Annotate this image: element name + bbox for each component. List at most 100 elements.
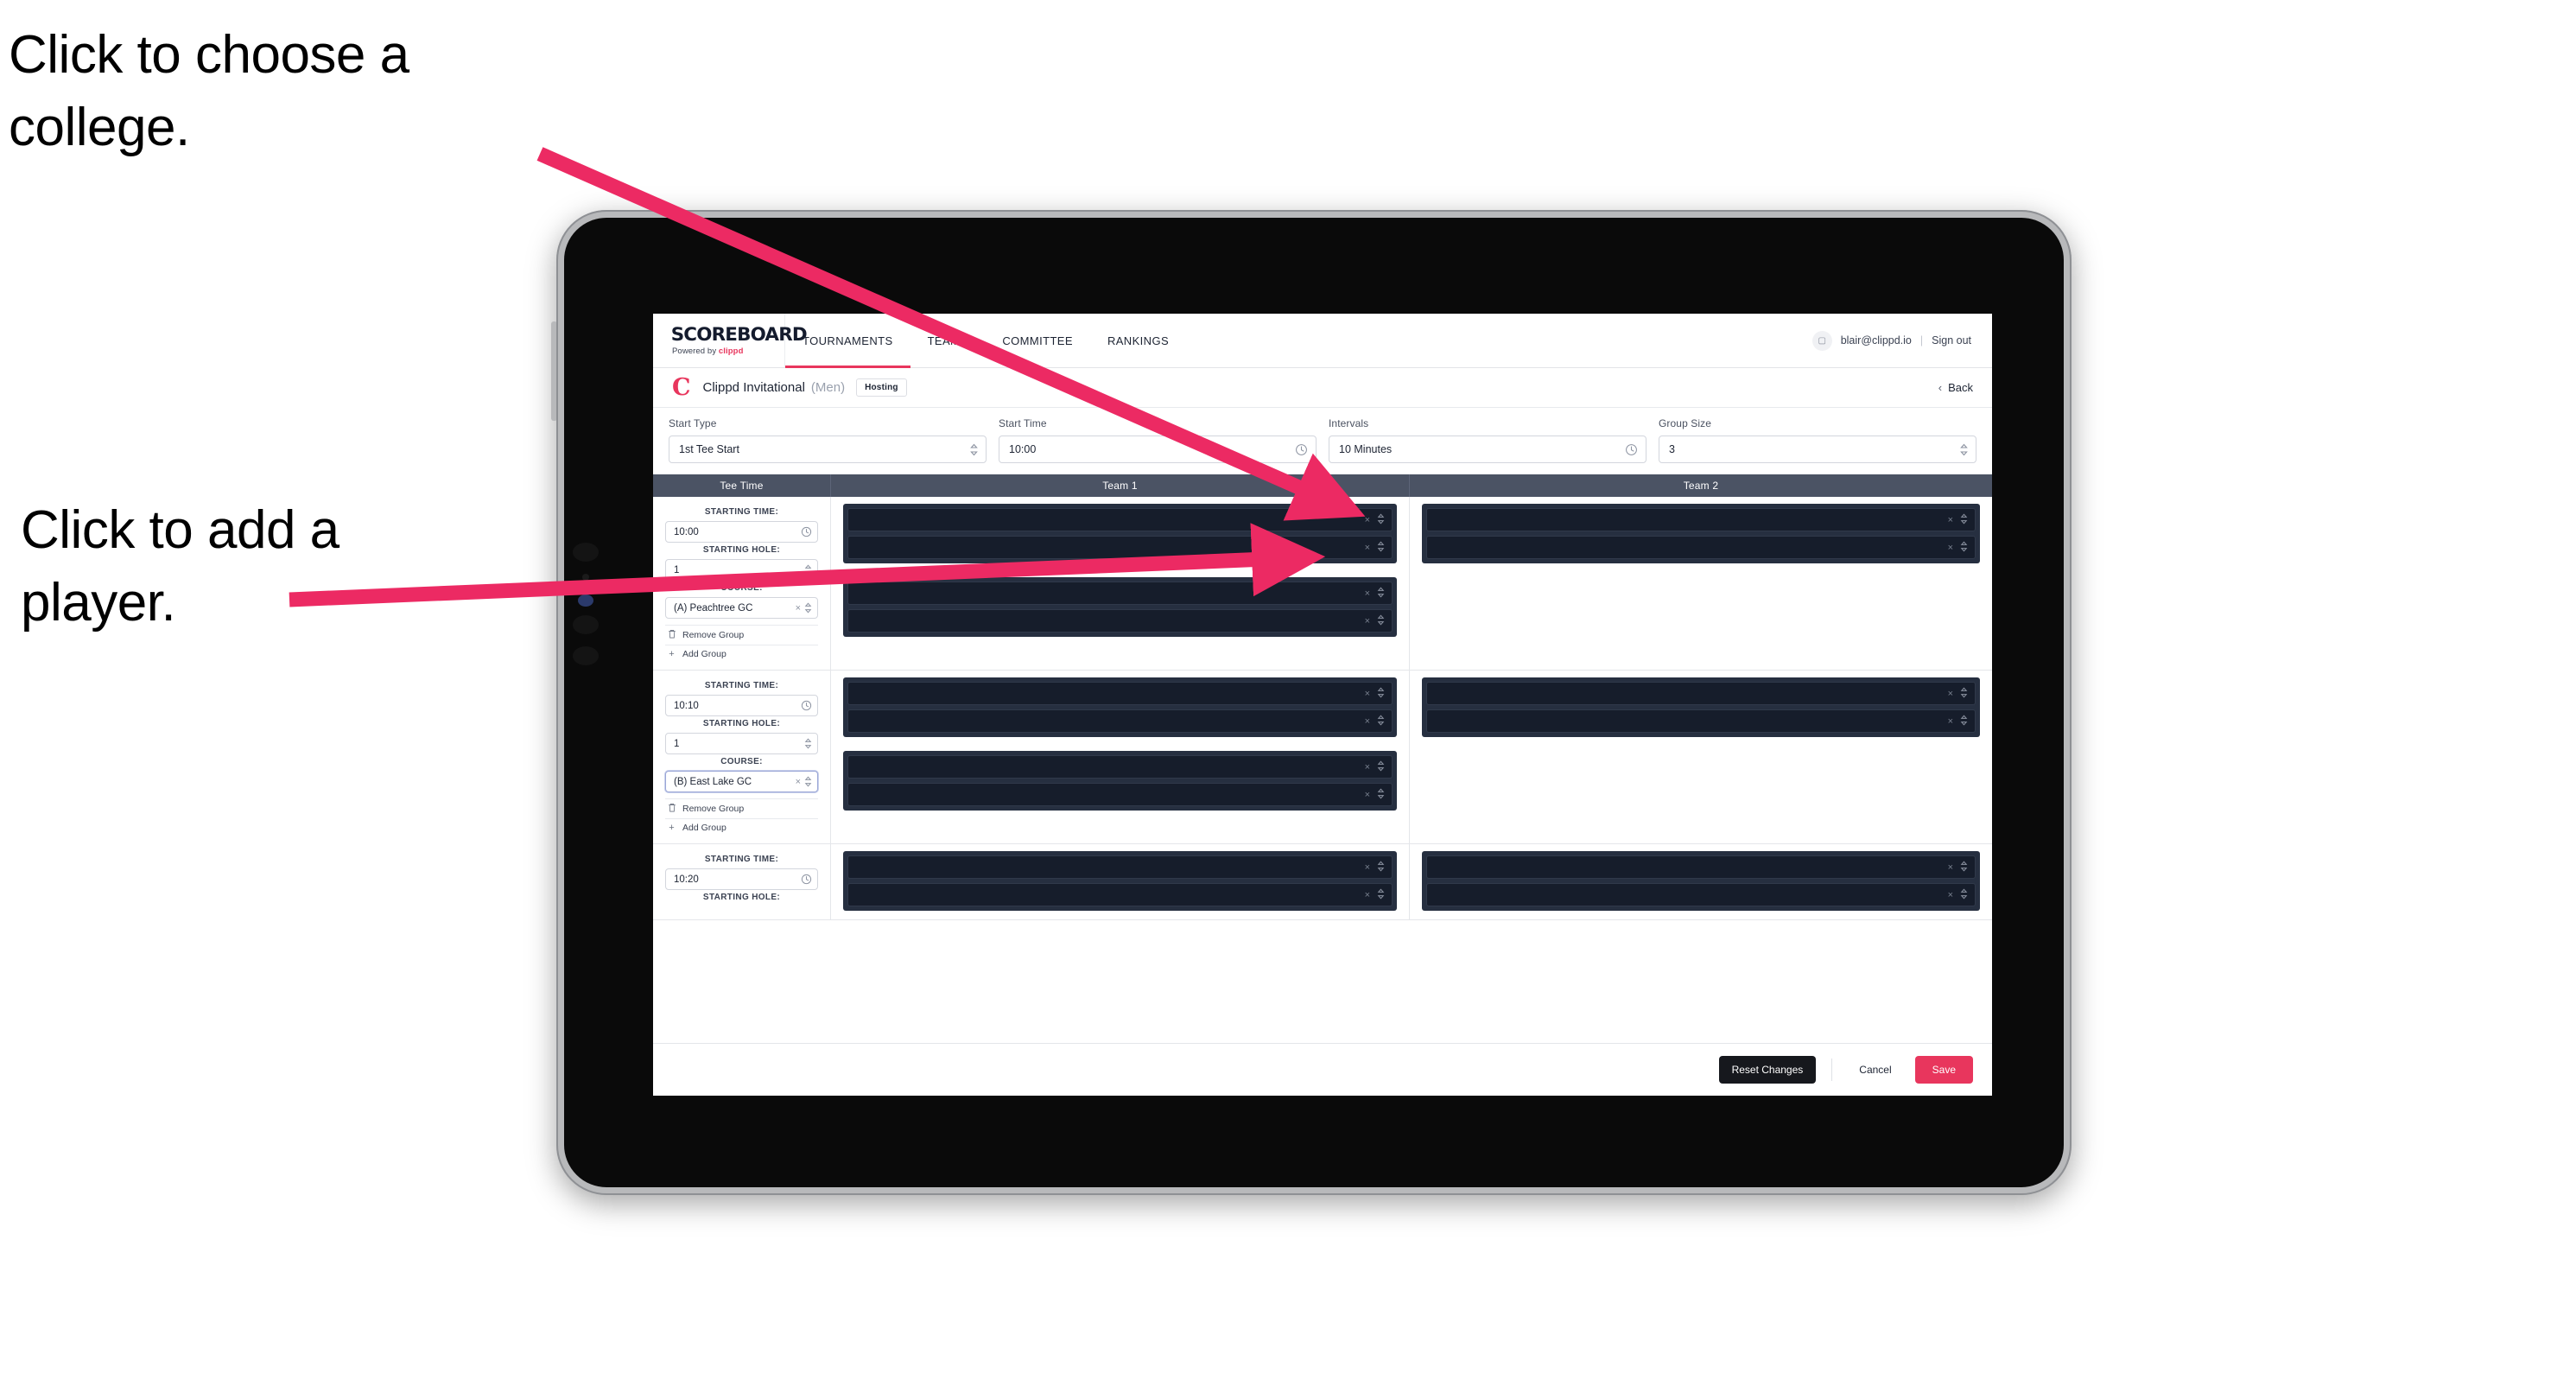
clock-icon[interactable]	[801, 874, 812, 885]
player-slot[interactable]: ×	[847, 855, 1393, 879]
team-1-player-group: × ×	[843, 751, 1397, 811]
group-size-select[interactable]: 3	[1659, 436, 1976, 463]
clock-icon[interactable]	[1295, 443, 1308, 456]
stepper-icon[interactable]	[804, 776, 812, 787]
clear-icon[interactable]: ×	[796, 603, 801, 614]
stepper-icon[interactable]	[1377, 513, 1385, 527]
remove-group-button[interactable]: Remove Group	[665, 625, 818, 645]
control-start-type: Start Type 1st Tee Start	[669, 417, 987, 463]
clear-icon[interactable]: ×	[1948, 515, 1953, 525]
stepper-icon[interactable]	[970, 443, 978, 456]
course-select[interactable]: (B) East Lake GC ×	[665, 771, 818, 792]
cancel-button[interactable]: Cancel	[1848, 1056, 1902, 1084]
add-group-button[interactable]: + Add Group	[665, 645, 818, 663]
player-slot[interactable]: ×	[847, 755, 1393, 779]
player-slot[interactable]: ×	[1426, 883, 1976, 906]
clear-icon[interactable]: ×	[1365, 689, 1370, 699]
add-group-button[interactable]: + Add Group	[665, 818, 818, 836]
intervals-input[interactable]: 10 Minutes	[1329, 436, 1646, 463]
nav-item-tournaments-label: TOURNAMENTS	[803, 334, 893, 347]
stepper-icon[interactable]	[804, 602, 812, 614]
stepper-icon[interactable]	[1377, 587, 1385, 601]
hosting-badge: Hosting	[856, 378, 907, 397]
power-button[interactable]	[551, 321, 557, 421]
tablet-frame: SCOREBOARD Powered by clippd TOURNAMENTS…	[551, 210, 2072, 1195]
clear-icon[interactable]: ×	[1948, 862, 1953, 873]
clear-icon[interactable]: ×	[1365, 716, 1370, 727]
starting-time-label: STARTING TIME:	[704, 507, 779, 517]
clear-icon[interactable]: ×	[1948, 716, 1953, 727]
back-link[interactable]: ‹ Back	[1938, 381, 1973, 394]
nav-item-rankings[interactable]: RANKINGS	[1090, 314, 1186, 367]
player-slot[interactable]: ×	[847, 536, 1393, 559]
sign-out-link[interactable]: Sign out	[1932, 334, 1971, 346]
stepper-icon[interactable]	[1960, 541, 1968, 555]
nav-item-teams[interactable]: TEAMS	[910, 314, 986, 367]
stepper-icon[interactable]	[1960, 687, 1968, 701]
clear-icon[interactable]: ×	[1365, 890, 1370, 900]
clear-icon[interactable]: ×	[1365, 588, 1370, 599]
starting-hole-input[interactable]: 1	[665, 733, 818, 754]
team-1-player-group: × ×	[843, 504, 1397, 563]
team-2-cell: × ×	[1410, 497, 1992, 670]
clock-icon[interactable]	[801, 700, 812, 711]
player-slot[interactable]: ×	[847, 883, 1393, 906]
clear-icon[interactable]: ×	[1948, 543, 1953, 553]
stepper-icon[interactable]	[1960, 715, 1968, 728]
starting-hole-input[interactable]: 1	[665, 559, 818, 581]
clear-icon[interactable]: ×	[1365, 862, 1370, 873]
start-time-input[interactable]: 10:00	[999, 436, 1317, 463]
stepper-icon[interactable]	[804, 738, 812, 749]
clear-icon[interactable]: ×	[1365, 543, 1370, 553]
player-slot[interactable]: ×	[1426, 709, 1976, 733]
clear-icon[interactable]: ×	[1948, 689, 1953, 699]
clear-icon[interactable]: ×	[796, 777, 801, 787]
stepper-icon[interactable]	[1377, 687, 1385, 701]
start-type-select[interactable]: 1st Tee Start	[669, 436, 987, 463]
nav-item-committee[interactable]: COMMITTEE	[985, 314, 1090, 367]
stepper-icon[interactable]	[1377, 888, 1385, 902]
player-slot[interactable]: ×	[1426, 508, 1976, 531]
brand-logo[interactable]: SCOREBOARD Powered by clippd	[653, 314, 808, 367]
stepper-icon[interactable]	[1960, 861, 1968, 874]
team-2-cell: × ×	[1410, 671, 1992, 843]
nav-item-tournaments[interactable]: TOURNAMENTS	[785, 314, 910, 368]
player-slot[interactable]: ×	[847, 709, 1393, 733]
starting-time-input[interactable]: 10:10	[665, 695, 818, 716]
stepper-icon[interactable]	[804, 564, 812, 575]
starting-time-input[interactable]: 10:00	[665, 521, 818, 543]
player-slot[interactable]: ×	[847, 508, 1393, 531]
remove-group-button[interactable]: Remove Group	[665, 798, 818, 818]
clock-icon[interactable]	[1625, 443, 1638, 456]
player-slot[interactable]: ×	[1426, 536, 1976, 559]
stepper-icon[interactable]	[1960, 513, 1968, 527]
player-slot[interactable]: ×	[847, 582, 1393, 605]
trash-icon	[667, 803, 676, 815]
save-button[interactable]: Save	[1914, 1056, 1973, 1084]
player-slot[interactable]: ×	[847, 783, 1393, 806]
player-slot[interactable]: ×	[1426, 682, 1976, 705]
nav-item-rankings-label: RANKINGS	[1107, 334, 1170, 347]
player-slot[interactable]: ×	[1426, 855, 1976, 879]
stepper-icon[interactable]	[1960, 443, 1968, 456]
course-select[interactable]: (A) Peachtree GC ×	[665, 597, 818, 619]
stepper-icon[interactable]	[1377, 715, 1385, 728]
stepper-icon[interactable]	[1377, 614, 1385, 628]
reset-changes-button[interactable]: Reset Changes	[1718, 1056, 1817, 1084]
stepper-icon[interactable]	[1960, 888, 1968, 902]
player-slot[interactable]: ×	[847, 609, 1393, 633]
starting-time-input[interactable]: 10:20	[665, 868, 818, 890]
clock-icon[interactable]	[801, 526, 812, 537]
tee-times-table-body[interactable]: STARTING TIME: 10:00 STARTING HOLE: 1 COURSE…	[653, 497, 1992, 1044]
stepper-icon[interactable]	[1377, 861, 1385, 874]
clear-icon[interactable]: ×	[1948, 890, 1953, 900]
clear-icon[interactable]: ×	[1365, 616, 1370, 626]
user-badge-icon[interactable]: ▢	[1811, 330, 1832, 351]
clear-icon[interactable]: ×	[1365, 515, 1370, 525]
stepper-icon[interactable]	[1377, 788, 1385, 802]
clear-icon[interactable]: ×	[1365, 762, 1370, 772]
clear-icon[interactable]: ×	[1365, 790, 1370, 800]
stepper-icon[interactable]	[1377, 541, 1385, 555]
stepper-icon[interactable]	[1377, 760, 1385, 774]
player-slot[interactable]: ×	[847, 682, 1393, 705]
